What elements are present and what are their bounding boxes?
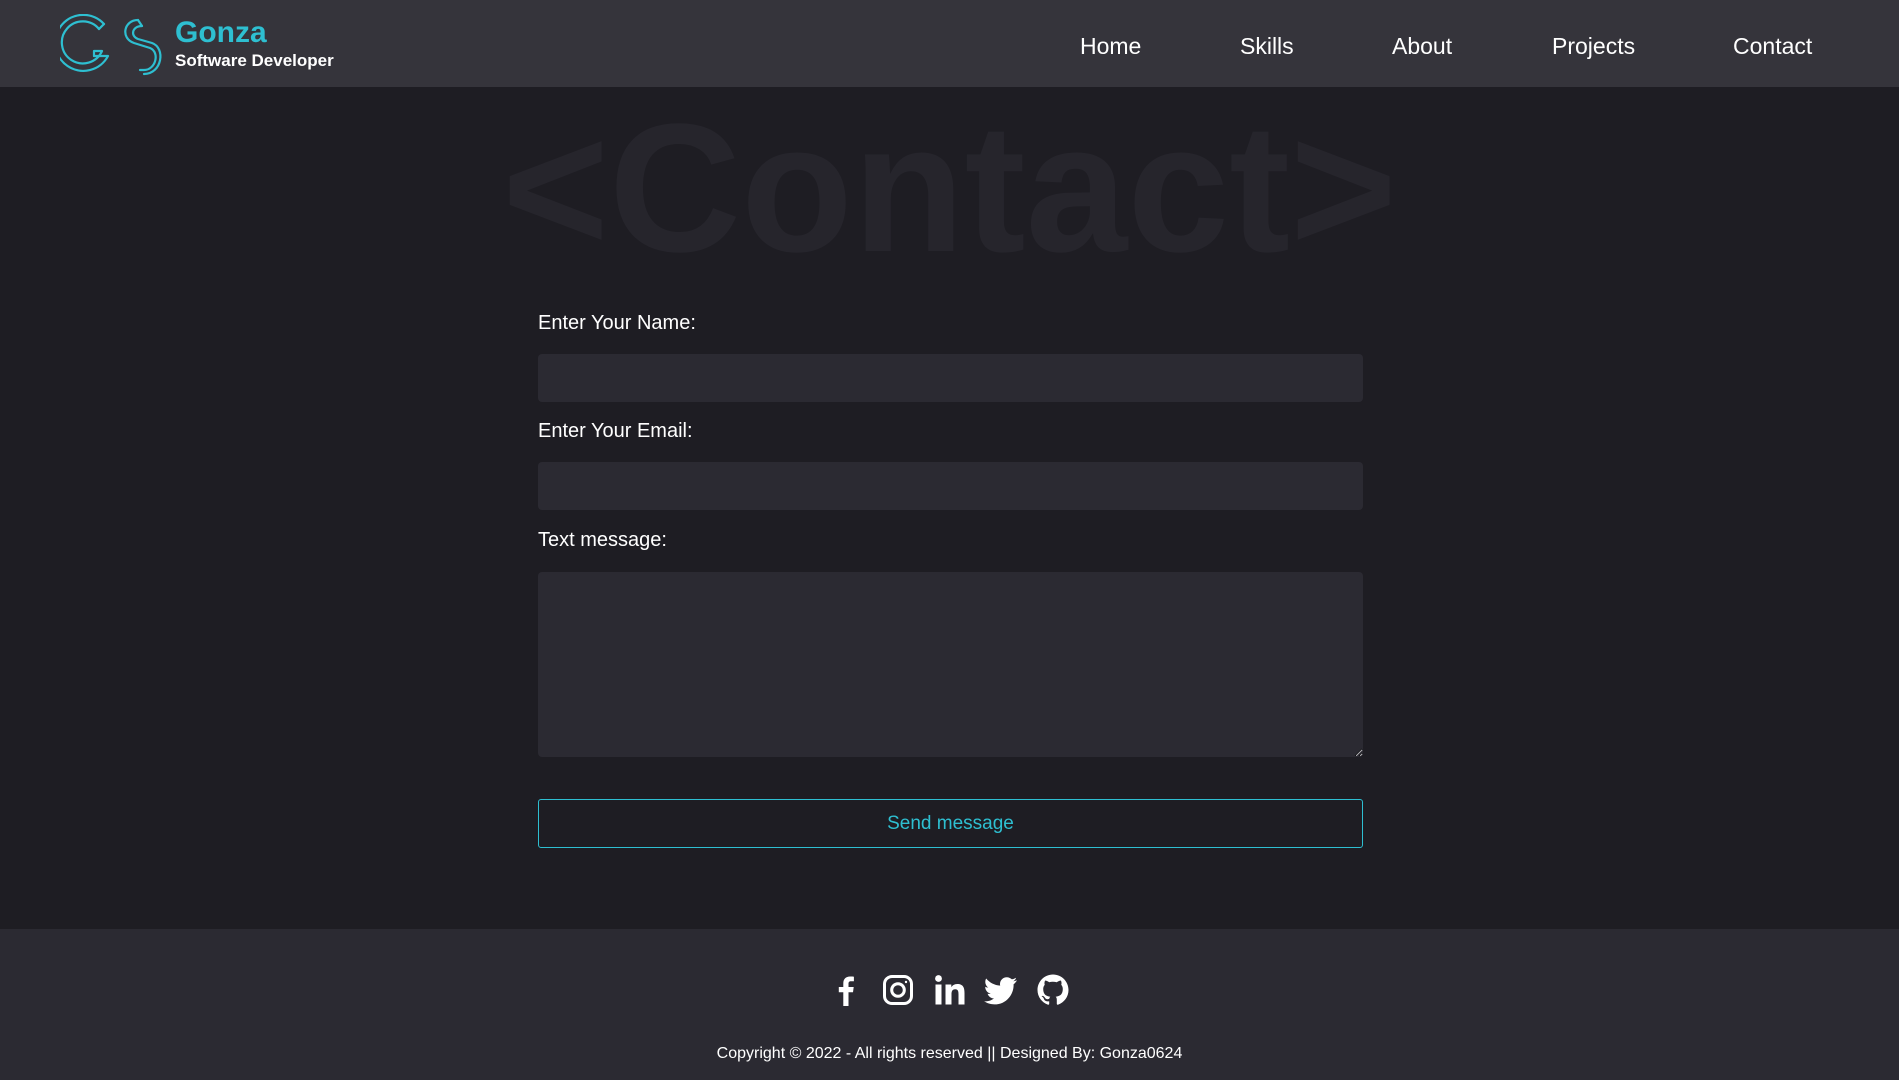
logo-icon[interactable] (60, 14, 166, 76)
message-textarea[interactable] (538, 572, 1363, 757)
email-label: Enter Your Email: (538, 420, 693, 442)
twitter-icon[interactable] (984, 973, 1018, 1007)
copyright-text: Copyright © 2022 - All rights reserved |… (716, 1045, 1183, 1062)
facebook-icon[interactable] (829, 973, 863, 1007)
brand-name: Gonza (175, 16, 267, 49)
name-input[interactable] (538, 354, 1363, 402)
brand-subtitle: Software Developer (175, 51, 334, 70)
instagram-icon[interactable] (881, 973, 915, 1007)
send-message-button[interactable]: Send message (538, 799, 1363, 848)
nav-item-skills[interactable]: Skills (1240, 32, 1294, 60)
message-label: Text message: (538, 529, 667, 551)
github-icon[interactable] (1036, 973, 1070, 1007)
email-input[interactable] (538, 462, 1363, 510)
linkedin-icon[interactable] (933, 973, 967, 1007)
site-header: Gonza Software Developer Home Skills Abo… (0, 0, 1899, 87)
site-footer: Copyright © 2022 - All rights reserved |… (0, 929, 1899, 1080)
nav-item-about[interactable]: About (1392, 32, 1452, 60)
nav-item-contact[interactable]: Contact (1733, 32, 1812, 60)
name-label: Enter Your Name: (538, 312, 696, 334)
nav-item-projects[interactable]: Projects (1552, 32, 1635, 60)
nav-item-home[interactable]: Home (1080, 32, 1141, 60)
section-watermark: <Contact> (502, 85, 1397, 290)
